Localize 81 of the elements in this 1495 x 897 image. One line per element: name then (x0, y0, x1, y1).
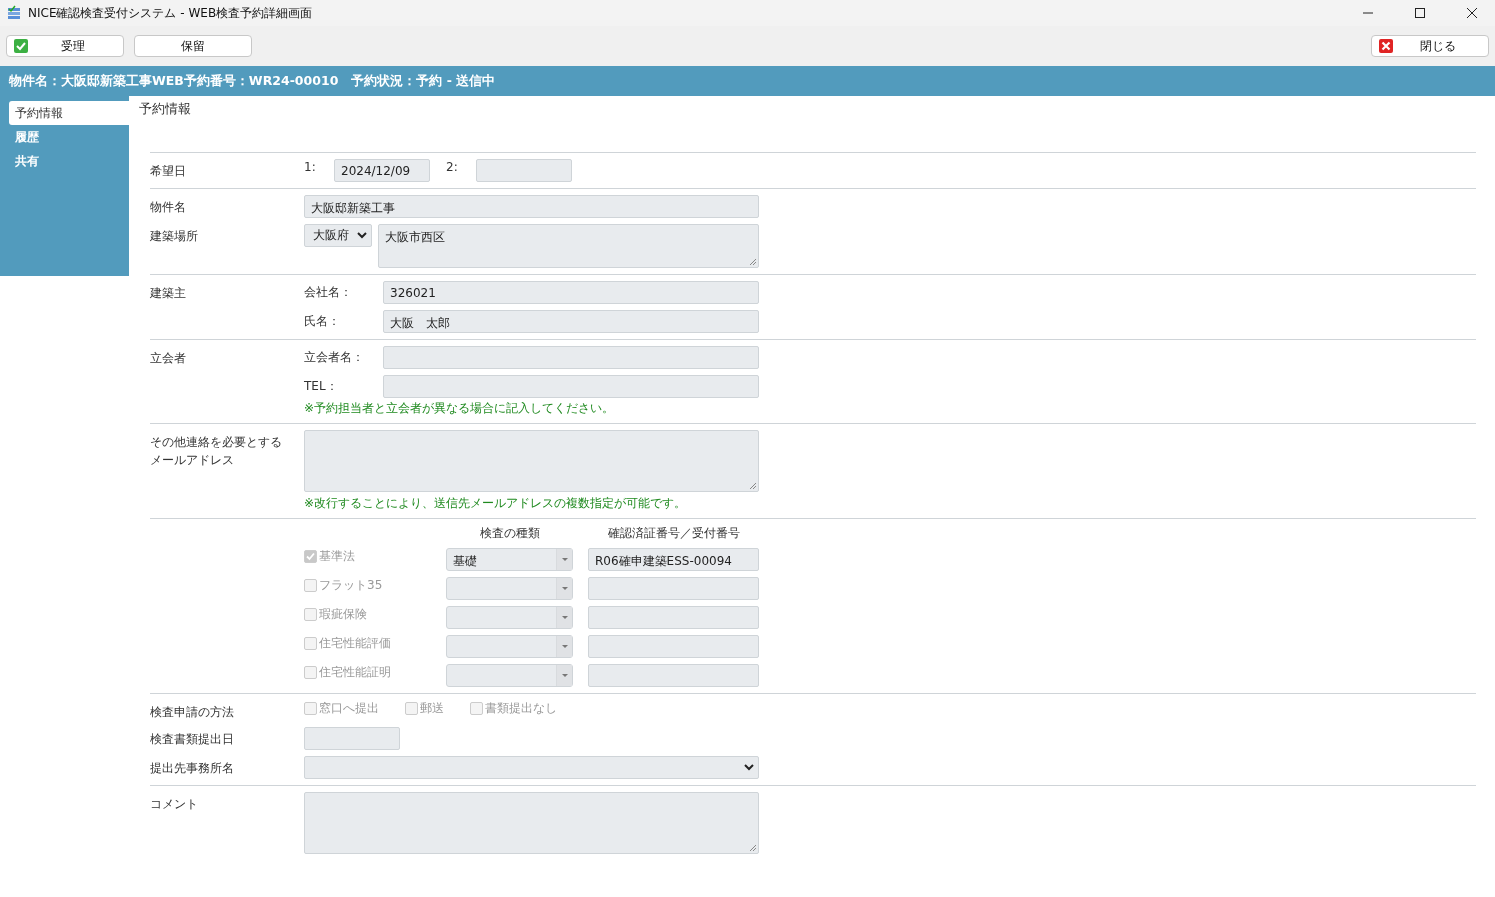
section-title: 予約情報 (139, 100, 192, 118)
type-combo[interactable] (446, 635, 573, 658)
type-combo[interactable] (446, 664, 573, 687)
checkbox[interactable] (304, 579, 317, 592)
caret-down-icon (561, 587, 568, 590)
checkbox-label: 瑕疵保険 (319, 606, 367, 623)
close-button[interactable]: 閉じる (1371, 35, 1489, 57)
comment-textarea[interactable] (304, 792, 759, 854)
close-icon[interactable] (1467, 8, 1477, 18)
field-label: 物件名 (150, 199, 187, 216)
checkbox[interactable] (470, 702, 483, 715)
field-label: 検査書類提出日 (150, 731, 235, 748)
field-label: コメント (150, 796, 199, 813)
input-field[interactable] (383, 375, 759, 398)
input-field[interactable] (588, 606, 759, 629)
email-textarea[interactable] (304, 430, 759, 492)
checkbox-label: 基準法 (319, 548, 355, 565)
sidebar-item[interactable]: 予約情報 (9, 101, 129, 125)
input-field[interactable]: 大阪 太郎 (383, 310, 759, 333)
hold-button[interactable]: 保留 (134, 35, 252, 57)
checkbox[interactable] (304, 637, 317, 650)
checkbox[interactable] (304, 550, 317, 563)
window-title: NICE確認検査受付システム - WEB検査予約詳細画面 (28, 4, 314, 22)
type-combo[interactable]: 基礎 (446, 548, 573, 571)
prefecture-select[interactable]: 大阪府 (304, 224, 372, 247)
checkbox-label: 郵送 (420, 700, 444, 717)
caret-down-icon (561, 674, 568, 677)
field-label: 会社名： (304, 284, 353, 301)
field-label: 1: (304, 159, 317, 174)
resize-grip-icon[interactable] (749, 482, 757, 490)
address-textarea[interactable]: 大阪市西区 (378, 224, 759, 268)
column-header: 検査の種類 (478, 525, 541, 542)
type-combo[interactable] (446, 606, 573, 629)
checkbox-label: 書類提出なし (485, 700, 557, 717)
resize-grip-icon[interactable] (749, 258, 757, 266)
checkbox-label: フラット35 (319, 577, 383, 594)
type-combo[interactable] (446, 577, 573, 600)
field-label: 立会者 (150, 350, 187, 367)
checkbox[interactable] (304, 666, 317, 679)
app-icon (6, 5, 22, 21)
field-label: 建築場所 (150, 228, 199, 245)
input-field[interactable] (588, 635, 759, 658)
field-label: 検査申請の方法 (150, 704, 235, 721)
column-header: 確認済証番号／受付番号 (606, 525, 741, 542)
hint-text: ※改行することにより、送信先メールアドレスの複数指定が可能です。 (304, 495, 688, 512)
field-label: 建築主 (150, 285, 187, 302)
date-field[interactable] (476, 159, 572, 182)
accept-button[interactable]: 受理 (6, 35, 124, 57)
hint-text: ※予約担当者と立会者が異なる場合に記入してください。 (304, 400, 616, 417)
field-label: 2: (446, 159, 459, 174)
input-field[interactable] (588, 664, 759, 687)
checkbox-label: 住宅性能評価 (319, 635, 391, 652)
field-label: 希望日 (150, 163, 187, 180)
chevron-down-icon (357, 232, 367, 239)
field-label: 提出先事務所名 (150, 760, 235, 777)
field-label: 氏名： (304, 313, 341, 330)
close-icon (1378, 38, 1394, 54)
field-label: TEL： (304, 378, 339, 395)
caret-down-icon (561, 645, 568, 648)
input-field[interactable]: 326021 (383, 281, 759, 304)
office-select[interactable] (304, 756, 759, 779)
date-field[interactable]: 2024/12/09 (334, 159, 430, 182)
maximize-icon[interactable] (1415, 8, 1425, 18)
check-icon (13, 38, 29, 54)
checkbox[interactable] (304, 608, 317, 621)
date-field[interactable] (304, 727, 400, 750)
checkbox-label: 窓口へ提出 (319, 700, 379, 717)
chevron-down-icon (744, 764, 754, 771)
caret-down-icon (561, 616, 568, 619)
field-label: 立会者名： (304, 349, 365, 366)
checkbox[interactable] (304, 702, 317, 715)
field-label: その他連絡を必要とするメールアドレス (150, 434, 283, 469)
input-field[interactable]: R06確申建築ESS-00094 (588, 548, 759, 571)
input-field[interactable] (588, 577, 759, 600)
header-bar: 物件名：大阪邸新築工事WEB予約番号：WR24-00010 予約状況：予約 - 送信中 (0, 66, 1495, 96)
input-field[interactable]: 大阪邸新築工事 (304, 195, 759, 218)
input-field[interactable] (383, 346, 759, 369)
checkbox[interactable] (405, 702, 418, 715)
checkbox-label: 住宅性能証明 (319, 664, 391, 681)
caret-down-icon (561, 558, 568, 561)
resize-grip-icon[interactable] (749, 844, 757, 852)
